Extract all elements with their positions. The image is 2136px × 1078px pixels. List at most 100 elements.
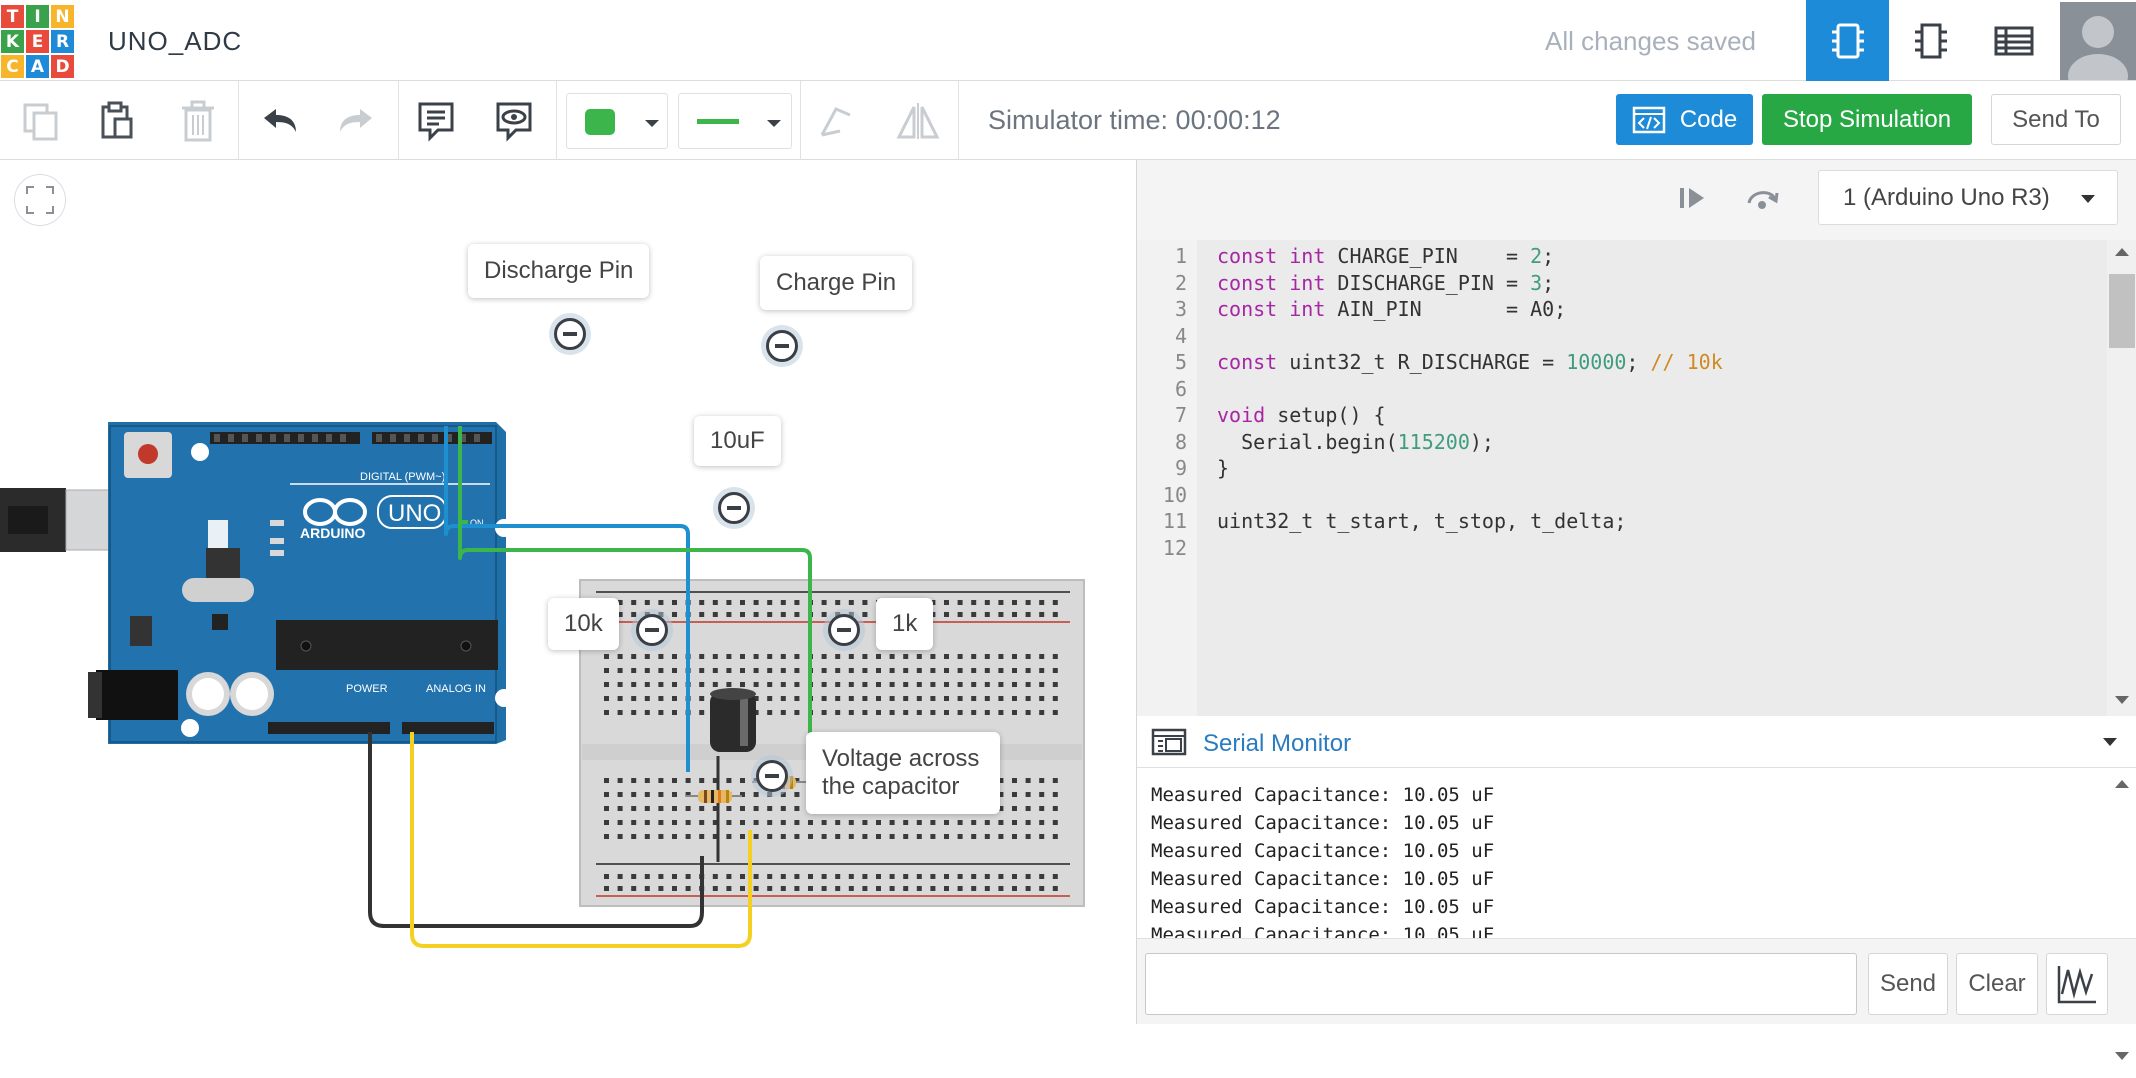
tinkercad-logo[interactable]: TINKERCAD xyxy=(0,4,75,79)
breadboard-hole xyxy=(780,600,786,605)
editor-scroll-thumb[interactable] xyxy=(2109,274,2135,348)
breadboard-hole xyxy=(699,696,705,701)
project-title[interactable]: UNO_ADC xyxy=(108,26,242,57)
breadboard-hole xyxy=(998,668,1004,673)
probe-handle-discharge[interactable] xyxy=(554,318,586,350)
breadboard-hole xyxy=(631,820,637,825)
breadboard-hole xyxy=(631,886,637,891)
serial-graph-button[interactable] xyxy=(2046,953,2108,1015)
breadboard-hole xyxy=(876,668,881,673)
stop-simulation-button[interactable]: Stop Simulation xyxy=(1762,94,1972,145)
copy-button[interactable] xyxy=(13,93,69,149)
editor-scrollbar[interactable] xyxy=(2107,240,2136,716)
send-to-button[interactable]: Send To xyxy=(1991,94,2121,145)
toggle-notes-visibility-button[interactable] xyxy=(486,93,542,149)
callout-resistor-10k[interactable]: 10k xyxy=(548,598,619,650)
breadboard-hole xyxy=(944,710,949,715)
component-list-button[interactable] xyxy=(1972,0,2055,81)
breadboard-hole xyxy=(617,806,623,811)
probe-handle-charge[interactable] xyxy=(766,330,798,362)
code-token: const xyxy=(1217,350,1290,374)
probe-handle-10k[interactable] xyxy=(636,614,668,646)
breadboard-hole xyxy=(617,696,623,701)
breadboard-hole xyxy=(685,778,691,783)
line-number: 1 xyxy=(1174,244,1187,268)
chevron-down-icon[interactable] xyxy=(2103,738,2117,746)
fill-color-picker[interactable] xyxy=(566,93,668,149)
serial-scrollbar[interactable] xyxy=(2107,768,2136,1078)
simulator-time: Simulator time: 00:00:12 xyxy=(988,105,1281,135)
serial-monitor-output[interactable]: Measured Capacitance: 10.05 uF Measured C… xyxy=(1137,768,2136,1078)
callout-voltage-probe[interactable]: Voltage across the capacitor xyxy=(806,732,1000,814)
breadboard-hole xyxy=(794,820,800,825)
serial-monitor-header[interactable]: Serial Monitor xyxy=(1137,716,2136,768)
breadboard-hole xyxy=(1052,668,1058,673)
callout-resistor-1k[interactable]: 1k xyxy=(876,598,934,650)
circuit-view-button[interactable] xyxy=(1806,0,1889,81)
delete-button[interactable] xyxy=(170,93,226,149)
line-number: 9 xyxy=(1174,456,1187,480)
breadboard-hole xyxy=(930,696,936,701)
breadboard-hole xyxy=(644,792,650,797)
callout-discharge-pin[interactable]: Discharge Pin xyxy=(468,244,650,298)
chevron-down-icon xyxy=(645,120,659,127)
serial-send-button[interactable]: Send xyxy=(1868,953,1948,1015)
breadboard-hole xyxy=(726,600,732,605)
callout-charge-pin[interactable]: Charge Pin xyxy=(760,256,913,310)
breadboard-hole xyxy=(767,600,773,605)
step-over-button[interactable] xyxy=(1737,176,1787,220)
probe-handle-voltage[interactable] xyxy=(756,760,788,792)
breadboard-hole xyxy=(876,696,881,701)
line-number: 7 xyxy=(1174,403,1187,427)
breadboard-hole xyxy=(767,682,773,687)
breadboard-hole xyxy=(1025,886,1031,891)
breadboard-hole xyxy=(644,778,650,783)
breadboard-hole xyxy=(604,668,609,673)
step-button[interactable] xyxy=(1667,176,1717,220)
redo-button[interactable] xyxy=(328,93,384,149)
breadboard-hole xyxy=(1039,710,1045,715)
rotate-button[interactable] xyxy=(808,93,864,149)
breadboard-hole xyxy=(984,710,990,715)
code-token: AIN_PIN = A0; xyxy=(1337,297,1567,321)
capacitor-10uf[interactable] xyxy=(710,688,756,752)
code-token: int xyxy=(1289,270,1338,295)
code-editor[interactable]: 1 const int CHARGE_PIN = 2; 2 const int DIS… xyxy=(1137,240,2136,716)
breadboard-hole xyxy=(957,820,963,825)
device-select[interactable]: 1 (Arduino Uno R3) xyxy=(1818,170,2118,225)
breadboard-hole xyxy=(998,874,1004,879)
breadboard-hole xyxy=(835,820,841,825)
schematic-view-button[interactable] xyxy=(1889,0,1972,81)
step-play-icon xyxy=(1680,188,1704,208)
scroll-up-arrow-icon[interactable] xyxy=(2115,780,2129,788)
breadboard-hole xyxy=(971,710,977,715)
callout-capacitor[interactable]: 10uF xyxy=(694,416,781,466)
flip-button[interactable] xyxy=(890,93,946,149)
scroll-up-arrow-icon[interactable] xyxy=(2115,248,2129,256)
user-avatar[interactable] xyxy=(2060,2,2136,80)
breadboard-hole xyxy=(699,806,705,811)
wire-type-picker[interactable] xyxy=(678,93,792,149)
probe-handle-capacitor[interactable] xyxy=(718,492,750,524)
breadboard-hole xyxy=(604,834,609,839)
paste-button[interactable] xyxy=(89,93,145,149)
breadboard-hole xyxy=(971,654,977,659)
code-button[interactable]: Code xyxy=(1616,94,1753,145)
notes-button[interactable] xyxy=(408,93,464,149)
circuit-canvas[interactable]: DIGITAL (PWM~) ARDUINO UNO ON POWER ANAL… xyxy=(0,160,1136,1024)
logo-letter: A xyxy=(25,54,50,79)
breadboard-hole xyxy=(944,600,949,605)
undo-button[interactable] xyxy=(252,93,308,149)
scroll-down-arrow-icon[interactable] xyxy=(2115,696,2129,704)
serial-clear-button[interactable]: Clear xyxy=(1956,953,2038,1015)
serial-output-line: Measured Capacitance: 10.05 uF xyxy=(1151,868,1495,890)
breadboard-hole xyxy=(617,778,623,783)
arduino-uno-board[interactable]: DIGITAL (PWM~) ARDUINO UNO ON POWER ANAL… xyxy=(88,422,513,744)
serial-input[interactable] xyxy=(1145,953,1857,1015)
breadboard-hole xyxy=(1039,886,1045,891)
probe-handle-1k[interactable] xyxy=(828,614,860,646)
breadboard-hole xyxy=(740,834,745,839)
breadboard-hole xyxy=(794,710,800,715)
breadboard-hole xyxy=(1039,820,1045,825)
scroll-down-arrow-icon[interactable] xyxy=(2115,1052,2129,1060)
